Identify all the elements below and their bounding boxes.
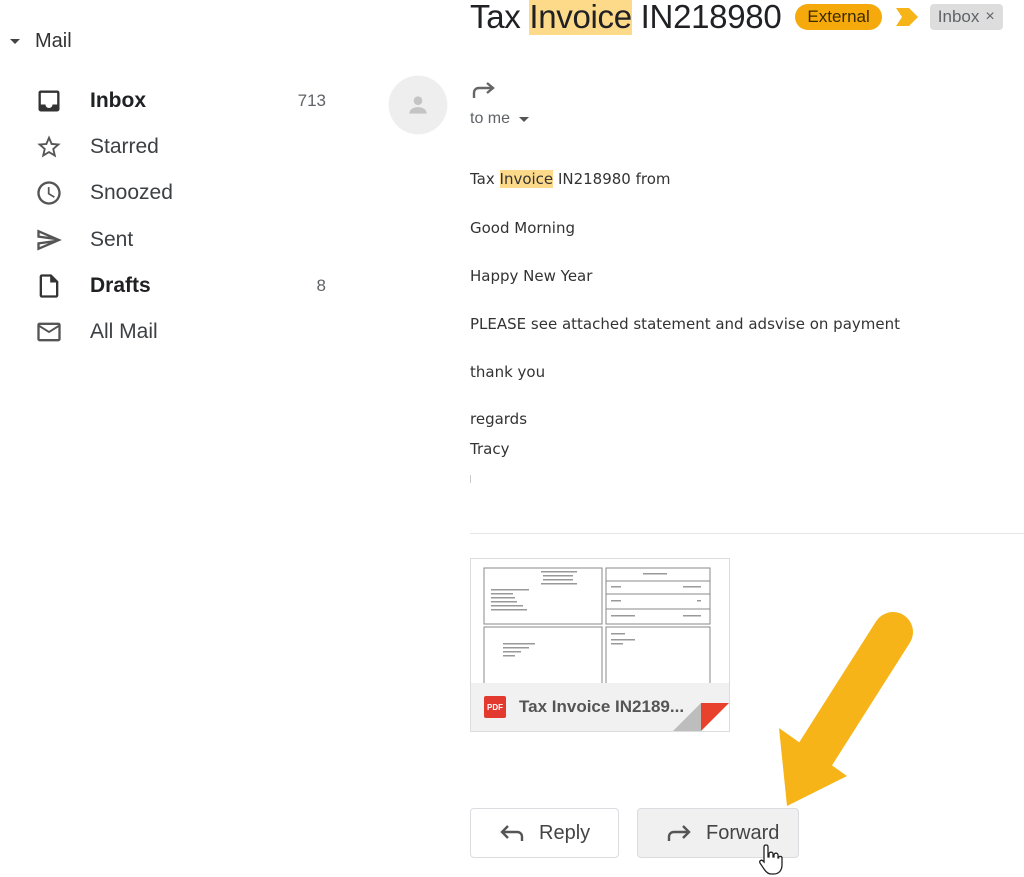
reply-icon bbox=[500, 825, 524, 841]
star-icon bbox=[34, 132, 64, 162]
sender-avatar[interactable] bbox=[389, 76, 447, 134]
sidebar-item-sent[interactable]: Sent bbox=[34, 217, 334, 263]
remove-label-icon[interactable]: × bbox=[985, 8, 994, 26]
annotation-arrow bbox=[779, 612, 913, 806]
sidebar-item-all-mail[interactable]: All Mail bbox=[34, 309, 334, 355]
forward-icon bbox=[667, 825, 691, 841]
caret-down-icon bbox=[10, 39, 20, 44]
search-highlight: Invoice bbox=[529, 0, 632, 35]
body-signoff: regards bbox=[470, 410, 528, 428]
reply-label: Reply bbox=[539, 821, 591, 844]
body-wishes: Happy New Year bbox=[470, 267, 593, 285]
sidebar-item-label: Sent bbox=[90, 227, 134, 251]
importance-marker-icon[interactable] bbox=[895, 8, 918, 26]
mail-section-toggle[interactable]: Mail bbox=[10, 30, 72, 53]
external-label-badge[interactable]: External bbox=[795, 4, 882, 30]
body-greeting: Good Morning bbox=[470, 219, 575, 237]
recipient-text: to me bbox=[470, 110, 511, 127]
email-subject: Tax Invoice IN218980 bbox=[470, 0, 782, 36]
sidebar-item-starred[interactable]: Starred bbox=[34, 124, 334, 170]
person-icon bbox=[409, 96, 427, 114]
send-icon bbox=[34, 225, 64, 255]
attachment-name: Tax Invoice IN2189... bbox=[519, 697, 685, 716]
body-text: IN218980 from bbox=[553, 170, 671, 188]
caret-down-icon bbox=[519, 116, 530, 122]
inbox-icon bbox=[34, 86, 64, 116]
forwarded-icon bbox=[472, 82, 495, 98]
attachment-thumbnail bbox=[483, 567, 711, 688]
unread-count: 713 bbox=[297, 91, 326, 111]
sidebar-nav: Inbox 713 Starred Snoozed Sent Drafts 8 … bbox=[34, 78, 334, 355]
subject-text: Tax bbox=[470, 0, 530, 35]
mail-icon bbox=[34, 317, 64, 347]
recipient-details-toggle[interactable]: to me bbox=[470, 110, 530, 128]
reply-button[interactable]: Reply bbox=[470, 808, 619, 858]
forward-label: Forward bbox=[706, 821, 780, 844]
sidebar-item-snoozed[interactable]: Snoozed bbox=[34, 170, 334, 216]
search-highlight: Invoice bbox=[499, 170, 554, 188]
drafts-count: 8 bbox=[316, 275, 326, 295]
inbox-label-text: Inbox bbox=[937, 7, 980, 26]
sidebar-item-label: Starred bbox=[90, 135, 159, 159]
attachments-divider bbox=[470, 533, 1024, 534]
clock-icon bbox=[34, 178, 64, 208]
mail-section-title: Mail bbox=[35, 30, 72, 52]
sidebar-item-label: Inbox bbox=[90, 89, 146, 113]
attachment-card[interactable]: PDF Tax Invoice IN2189... bbox=[470, 558, 730, 732]
email-header: Tax Invoice IN218980 External Inbox × bbox=[470, 0, 1003, 36]
body-request: PLEASE see attached statement and adsvis… bbox=[470, 315, 901, 333]
sidebar-item-drafts[interactable]: Drafts 8 bbox=[34, 263, 334, 309]
sidebar-item-label: Snoozed bbox=[90, 181, 173, 205]
body-signature: Tracy bbox=[470, 440, 510, 458]
sidebar-item-label: All Mail bbox=[90, 320, 158, 344]
subject-text: IN218980 bbox=[631, 0, 782, 35]
page-corner-icon bbox=[673, 703, 729, 731]
body-line: Tax Invoice IN218980 from bbox=[470, 170, 671, 188]
sidebar-item-inbox[interactable]: Inbox 713 bbox=[34, 78, 334, 124]
pdf-icon: PDF bbox=[484, 696, 506, 718]
body-thanks: thank you bbox=[470, 363, 546, 381]
body-text: Tax bbox=[470, 170, 500, 188]
draft-icon bbox=[34, 271, 64, 301]
text-cursor bbox=[470, 475, 471, 483]
hand-cursor-icon bbox=[759, 844, 783, 875]
sidebar-item-label: Drafts bbox=[90, 273, 151, 297]
inbox-label-badge[interactable]: Inbox × bbox=[929, 4, 1003, 30]
